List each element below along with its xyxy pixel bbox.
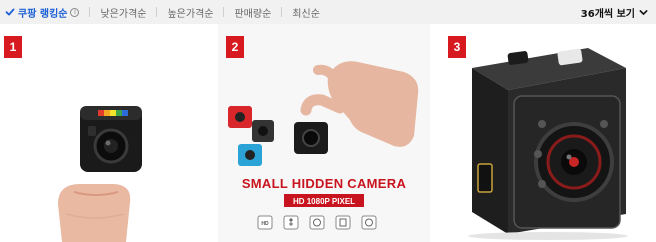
- product-card[interactable]: 3: [438, 24, 656, 242]
- product-card[interactable]: 1: [0, 24, 210, 242]
- divider: [281, 7, 283, 17]
- banner-title: SMALL HIDDEN CAMERA: [242, 176, 407, 191]
- sort-option-label: 쿠팡 랭킹순: [18, 8, 68, 20]
- mini-camera-on-finger-image: [0, 24, 210, 242]
- product-grid: 1 2 SMALL HIDDEN CAMERA HD 1080P PIXEL H…: [0, 24, 656, 242]
- info-icon[interactable]: i: [70, 7, 80, 17]
- per-page-dropdown[interactable]: 36개씩 보기: [581, 0, 648, 24]
- per-page-label: 36개씩 보기: [580, 8, 635, 20]
- hidden-camera-ad-image: SMALL HIDDEN CAMERA HD 1080P PIXEL HD: [218, 24, 430, 242]
- divider: [156, 7, 158, 17]
- sort-option-sales[interactable]: 판매량순: [234, 0, 271, 24]
- product-card[interactable]: 2 SMALL HIDDEN CAMERA HD 1080P PIXEL HD: [218, 24, 430, 242]
- product-image[interactable]: SMALL HIDDEN CAMERA HD 1080P PIXEL HD: [218, 24, 430, 242]
- sort-options: 쿠팡 랭킹순 i 낮은가격순 높은가격순 판매량순 최신순: [0, 0, 320, 24]
- sort-option-label: 낮은가격순: [100, 8, 147, 20]
- banner-subtitle: HD 1080P PIXEL: [293, 197, 355, 206]
- sort-option-label: 높은가격순: [167, 8, 214, 20]
- hd-icon-label: HD: [261, 221, 269, 227]
- chevron-down-icon: [639, 9, 648, 15]
- sort-option-label: 최신순: [292, 8, 320, 20]
- divider: [89, 7, 91, 17]
- sort-option-newest[interactable]: 최신순: [292, 0, 320, 24]
- sort-bar: 쿠팡 랭킹순 i 낮은가격순 높은가격순 판매량순 최신순 36개씩 보기: [0, 0, 656, 24]
- product-image[interactable]: [0, 24, 210, 242]
- sort-option-label: 판매량순: [234, 8, 272, 20]
- rank-badge: 3: [448, 36, 466, 58]
- sort-option-high-price[interactable]: 높은가격순: [167, 0, 213, 24]
- sort-option-ranking[interactable]: 쿠팡 랭킹순 i: [5, 0, 80, 24]
- divider: [223, 7, 225, 17]
- check-icon: [5, 8, 15, 16]
- rank-badge: 2: [226, 36, 244, 58]
- cube-camera-image: [438, 24, 656, 242]
- product-image[interactable]: [438, 24, 656, 242]
- sort-option-low-price[interactable]: 낮은가격순: [100, 0, 146, 24]
- rank-badge: 1: [4, 36, 22, 58]
